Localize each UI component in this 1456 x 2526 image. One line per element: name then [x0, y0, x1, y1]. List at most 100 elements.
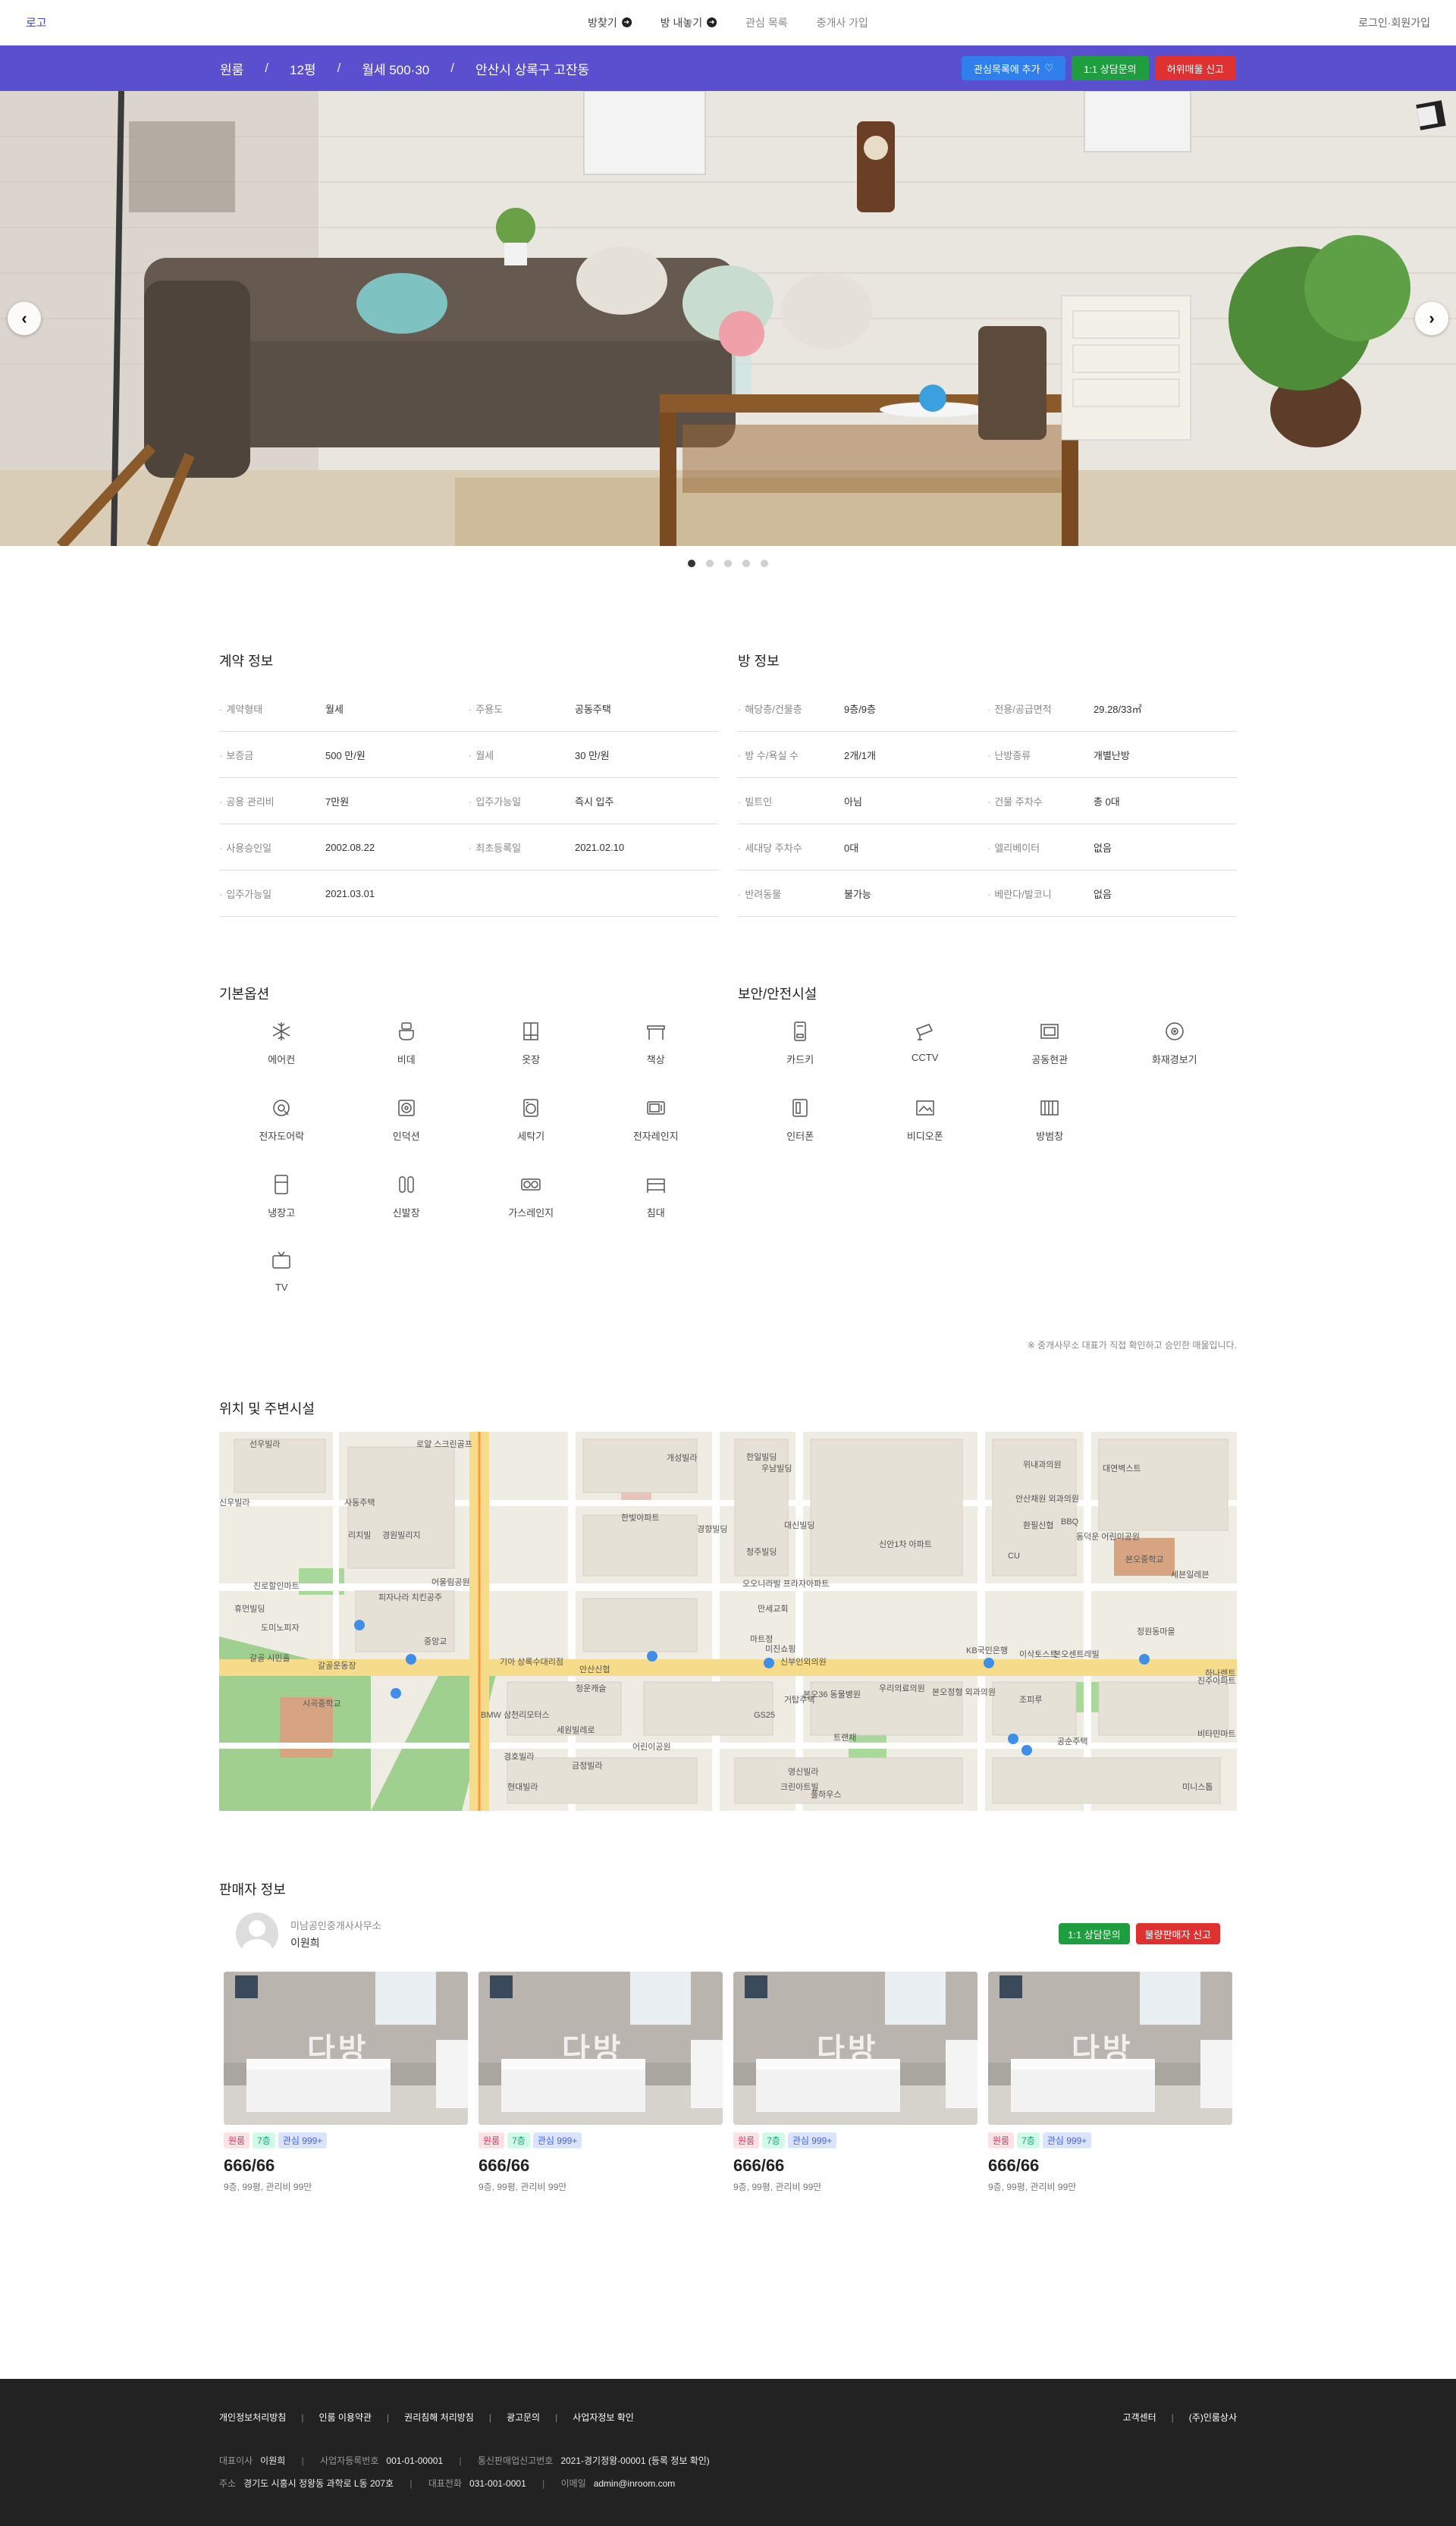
seller-company: 미남공인중개사사무소 [290, 1919, 381, 1931]
info-cell: 해당층/건물층9층/9층 [738, 701, 987, 716]
listing-details: 9층, 99평, 관리비 99만 [224, 2182, 312, 2192]
basic-options: 기본옵션 에어컨 비데 옷장 책상 전자도어락 인덕션 세탁기 전자레인지 냉장고 신발장 가스레인… [219, 984, 718, 1293]
room-info-title: 방 정보 [738, 654, 780, 669]
option-item: 냉장고 [219, 1172, 344, 1219]
map-place-label: 휴먼빌딩 [234, 1604, 265, 1614]
info-cell: 난방종류개별난방 [987, 748, 1237, 762]
footer-divider: | [555, 2411, 558, 2423]
listing-price: 666/66 [479, 2156, 530, 2175]
listing-tags: 원룸 7층 관심 999+ [733, 2132, 977, 2148]
footer-link[interactable]: 권리침해 처리방침 [404, 2411, 474, 2424]
top-nav: 로고 방찾기 ➜ 방 내놓기 ➜ 관심 목록 중개사 가입 로그인·회원가입 [0, 0, 1456, 45]
listing-price: 666/66 [733, 2156, 785, 2175]
map-place-label: 풀하우스 [811, 1789, 841, 1800]
shoe-rack-icon [394, 1172, 419, 1197]
listing-card[interactable]: 다방 원룸 7층 관심 999+ 666/66 9층, 99평, 관리비 99만 [224, 1972, 468, 2193]
option-item: TV [219, 1248, 344, 1293]
map-place-label: 만세교회 [758, 1604, 788, 1614]
option-label: 세탁기 [517, 1131, 545, 1142]
footer-link[interactable]: 개인정보처리방침 [219, 2411, 286, 2424]
listing-details: 9층, 99평, 관리비 99만 [479, 2182, 567, 2192]
footer-link[interactable]: 인룸 이용약관 [318, 2411, 372, 2424]
map-place-label: CU [1008, 1552, 1020, 1561]
info-key: 방 수/욕실 수 [738, 748, 844, 762]
main-menu: 방찾기 ➜ 방 내놓기 ➜ 관심 목록 중개사 가입 [588, 15, 868, 30]
map-place-label: 공순주택 [1057, 1737, 1087, 1746]
fridge-icon [268, 1172, 294, 1197]
info-row: 반려동물불가능베란다/발코니없음 [738, 871, 1237, 917]
option-label: 옷장 [522, 1054, 541, 1065]
map-place-label: 경향빌딩 [697, 1524, 727, 1534]
option-item: 화재경보기 [1112, 1018, 1238, 1066]
listing-summary-bar: 원룸 / 12평 / 월세 500·30 / 안산시 상록구 고잔동 관심목록에… [0, 45, 1456, 91]
avatar [236, 1913, 278, 1955]
info-cell: 최초등록일2021.02.10 [469, 840, 718, 855]
cctv-icon [912, 1018, 938, 1044]
menu-favorites[interactable]: 관심 목록 [745, 15, 787, 30]
security-options-title: 보안/안전시설 [738, 987, 817, 1002]
login-signup-link[interactable]: 로그인·회원가입 [1358, 15, 1430, 30]
menu-list-room-label: 방 내놓기 [660, 16, 703, 29]
info-cell: 방 수/욕실 수2개/1개 [738, 748, 987, 762]
report-seller-button[interactable]: 불량판매자 신고 [1135, 1923, 1220, 1944]
location-map[interactable]: 선우빌라 로얄 스크린골프 신우빌라 사동주택 리치빌 경원빌리지 진로할인마트 휴먼빌딩 도미… [219, 1432, 1237, 1811]
option-label: 비데 [397, 1054, 416, 1065]
map-place-label: 미진쇼핑 [765, 1644, 795, 1654]
listing-tag: 7층 [507, 2132, 530, 2148]
snowflake-icon [268, 1018, 294, 1044]
option-item: 책상 [594, 1018, 719, 1066]
logo-link[interactable]: 로고 [26, 14, 47, 30]
report-fake-listing-button[interactable]: 허위매물 신고 [1154, 56, 1236, 80]
map-place-label: 세원빌레로 [557, 1725, 595, 1735]
listing-price: 666/66 [988, 2156, 1040, 2175]
menu-find-room[interactable]: 방찾기 ➜ [588, 15, 632, 30]
mail-order-value: 2021-경기정왕-00001 (등록 정보 확인) [560, 2455, 710, 2466]
company-link[interactable]: (주)인룸상사 [1189, 2411, 1237, 2424]
map-place-label: 갈골 시민홀 [249, 1652, 290, 1663]
option-item: 인터폰 [738, 1095, 863, 1143]
footer-divider: | [301, 2411, 304, 2423]
info-value: 불가능 [844, 888, 871, 900]
footer-link[interactable]: 광고문의 [507, 2411, 540, 2424]
carousel-next-button[interactable]: › [1415, 302, 1448, 335]
info-row: 보증금500 만/원월세30 만/원 [219, 732, 718, 778]
listing-card[interactable]: 다방 원룸 7층 관심 999+ 666/66 9층, 99평, 관리비 99만 [479, 1972, 723, 2193]
intercom-icon [787, 1095, 813, 1121]
info-key: 빌트인 [738, 794, 844, 808]
menu-agent-join[interactable]: 중개사 가입 [817, 15, 868, 30]
menu-list-room[interactable]: 방 내놓기 ➜ [661, 15, 717, 30]
add-favorite-button[interactable]: 관심목록에 추가 ♡ [962, 56, 1066, 80]
carousel-dot[interactable] [688, 560, 695, 567]
customer-center-link[interactable]: 고객센터 [1123, 2411, 1156, 2424]
carousel-dot[interactable] [742, 560, 750, 567]
washer-icon [518, 1095, 544, 1121]
carousel-dot[interactable] [761, 560, 768, 567]
footer-link[interactable]: 사업자정보 확인 [573, 2411, 634, 2424]
option-item: 가스레인지 [469, 1172, 594, 1219]
biz-label: 사업자등록번호 [320, 2455, 379, 2466]
carousel-dot[interactable] [706, 560, 714, 567]
carousel-prev-button[interactable]: ‹ [8, 302, 41, 335]
info-row: 빌트인아님건물 주차수총 0대 [738, 778, 1237, 824]
breadcrumb-type: 원룸 [220, 62, 244, 77]
consult-button[interactable]: 1:1 상담문의 [1072, 56, 1149, 80]
footer-divider: | [488, 2411, 491, 2423]
option-label: 방범창 [1036, 1131, 1064, 1142]
info-key: 주용도 [469, 701, 575, 716]
info-cell: 전용/공급면적29.28/33㎡ [987, 701, 1237, 716]
listing-card[interactable]: 다방 원룸 7층 관심 999+ 666/66 9층, 99평, 관리비 99만 [988, 1972, 1232, 2193]
footer-right-links: 고객센터 | (주)인룸상사 [1123, 2411, 1238, 2424]
info-cell: 반려동물불가능 [738, 886, 987, 901]
info-section: 계약 정보 계약형태월세주용도공동주택보증금500 만/원월세30 만/원공용 … [219, 651, 1237, 917]
info-cell: 사용승인일2002.08.22 [219, 840, 469, 855]
map-place-label: 선우빌라 [249, 1439, 280, 1449]
info-cell: 계약형태월세 [219, 701, 469, 716]
seller-name: 이원희 [290, 1936, 320, 1949]
listing-card[interactable]: 다방 원룸 7층 관심 999+ 666/66 9층, 99평, 관리비 99만 [733, 1972, 977, 2193]
info-key: 세대당 주차수 [738, 840, 844, 855]
carousel-dot[interactable] [724, 560, 732, 567]
seller-consult-button[interactable]: 1:1 상담문의 [1059, 1923, 1130, 1944]
listing-tags: 원룸 7층 관심 999+ [224, 2132, 468, 2148]
option-label: 침대 [646, 1207, 665, 1219]
basic-options-title: 기본옵션 [219, 987, 270, 1002]
